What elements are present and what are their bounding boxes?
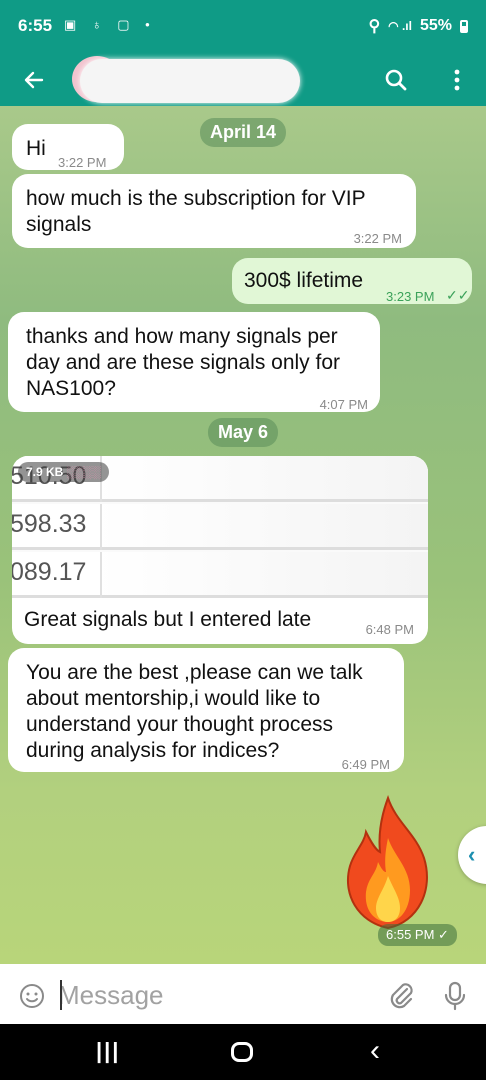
image-value: 598.33 bbox=[12, 510, 87, 538]
chevron-left-icon[interactable]: ‹ bbox=[458, 826, 486, 884]
more-options-icon[interactable] bbox=[442, 62, 472, 98]
message-input-bar bbox=[0, 964, 486, 1024]
emoji-icon[interactable] bbox=[18, 982, 46, 1010]
message-text: Hi bbox=[26, 137, 46, 160]
incoming-message[interactable]: You are the best ,please can we talk abo… bbox=[8, 648, 404, 772]
search-icon[interactable] bbox=[378, 62, 414, 98]
status-bar: 6:55 ▣ ♁ ▢ • ⚲ ◠ .ıl 55% bbox=[0, 0, 486, 56]
paperclip-icon[interactable] bbox=[386, 980, 416, 1012]
status-time: 6:55 bbox=[18, 16, 53, 35]
message-time: 6:49 PM bbox=[341, 757, 390, 772]
file-size-badge: 7.9 KB ░░░░ bbox=[18, 462, 109, 482]
message-time: 4:07 PM bbox=[319, 397, 368, 412]
incoming-message[interactable]: Hi 3:22 PM bbox=[12, 124, 124, 170]
status-right: ⚲ ◠ .ıl 55% bbox=[368, 16, 468, 36]
recents-icon[interactable]: ||| bbox=[96, 1038, 120, 1064]
image-value: 089.17 bbox=[12, 558, 87, 586]
message-time: 3:22 PM bbox=[58, 155, 107, 170]
screenshot-image[interactable]: 510.50 598.33 089.17 7.9 KB ░░░░ bbox=[12, 456, 428, 598]
fire-sticker[interactable] bbox=[338, 794, 438, 934]
message-text: how much is the subscription for VIP sig… bbox=[26, 187, 366, 236]
wifi-signal-icon: ◠ .ıl bbox=[388, 19, 412, 33]
battery-icon bbox=[460, 19, 468, 33]
incoming-message[interactable]: thanks and how many signals per day and … bbox=[8, 312, 380, 412]
system-nav-bar: ||| ‹ bbox=[0, 1024, 486, 1080]
image-row: 598.33 bbox=[12, 504, 428, 550]
image-row: 089.17 bbox=[12, 552, 428, 598]
battery-percent: 55% bbox=[419, 17, 452, 34]
message-text: 300$ lifetime bbox=[244, 269, 364, 292]
contact-name-redacted[interactable] bbox=[80, 59, 300, 103]
message-text: thanks and how many signals per day and … bbox=[26, 325, 341, 400]
chat-header bbox=[0, 56, 486, 106]
message-time: 6:48 PM bbox=[365, 622, 414, 637]
message-time: 3:23 PM bbox=[386, 289, 435, 304]
outgoing-message[interactable]: 300$ lifetime 3:23 PM ✓✓ bbox=[232, 258, 472, 304]
home-icon[interactable] bbox=[231, 1042, 253, 1062]
incoming-message[interactable]: how much is the subscription for VIP sig… bbox=[12, 174, 416, 248]
sticker-time: 6:55 PM ✓ bbox=[378, 924, 457, 946]
date-separator: May 6 bbox=[207, 418, 279, 447]
location-icon: ⚲ bbox=[368, 18, 381, 35]
date-separator: April 14 bbox=[199, 118, 287, 147]
notification-icons: ▣ ♁ ▢ • bbox=[64, 17, 156, 32]
chat-area[interactable]: April 14 Hi 3:22 PM how much is the subs… bbox=[0, 106, 486, 964]
nav-back-icon[interactable]: ‹ bbox=[370, 1034, 380, 1068]
microphone-icon[interactable] bbox=[442, 980, 468, 1012]
image-caption: Great signals but I entered late bbox=[24, 608, 312, 631]
message-text: You are the best ,please can we talk abo… bbox=[26, 661, 363, 762]
image-message[interactable]: 510.50 598.33 089.17 7.9 KB ░░░░ Great s… bbox=[12, 456, 428, 644]
read-check-icon: ✓ bbox=[438, 927, 449, 942]
text-caret bbox=[60, 980, 62, 1010]
message-input[interactable] bbox=[58, 976, 358, 1014]
message-time: 3:22 PM bbox=[353, 231, 402, 246]
back-arrow-icon[interactable] bbox=[16, 62, 52, 98]
read-check-icon: ✓✓ bbox=[446, 287, 470, 303]
